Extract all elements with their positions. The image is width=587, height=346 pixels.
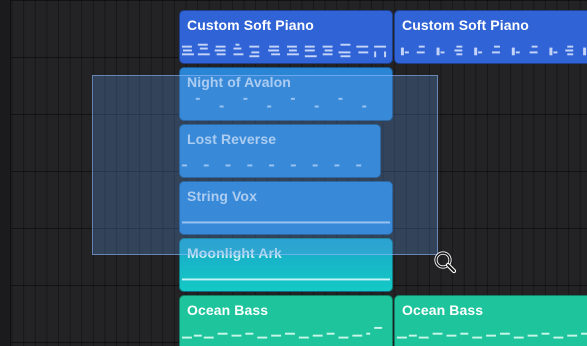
region-ocean-bass-1[interactable]: Ocean Bass [179,295,393,346]
zoom-magnifier-icon [434,251,457,274]
track-header-strip [0,0,11,346]
midi-notes [181,326,383,339]
track-area[interactable]: Custom Soft Piano Custom Soft Piano Nigh… [0,0,587,346]
marquee-selection [92,75,438,255]
region-ocean-bass-2[interactable]: Ocean Bass [394,295,587,346]
midi-notes [400,45,587,56]
region-custom-soft-piano-1[interactable]: Custom Soft Piano [179,10,393,64]
midi-notes [181,43,387,58]
midi-notes [396,332,587,339]
region-custom-soft-piano-2[interactable]: Custom Soft Piano [394,10,587,64]
